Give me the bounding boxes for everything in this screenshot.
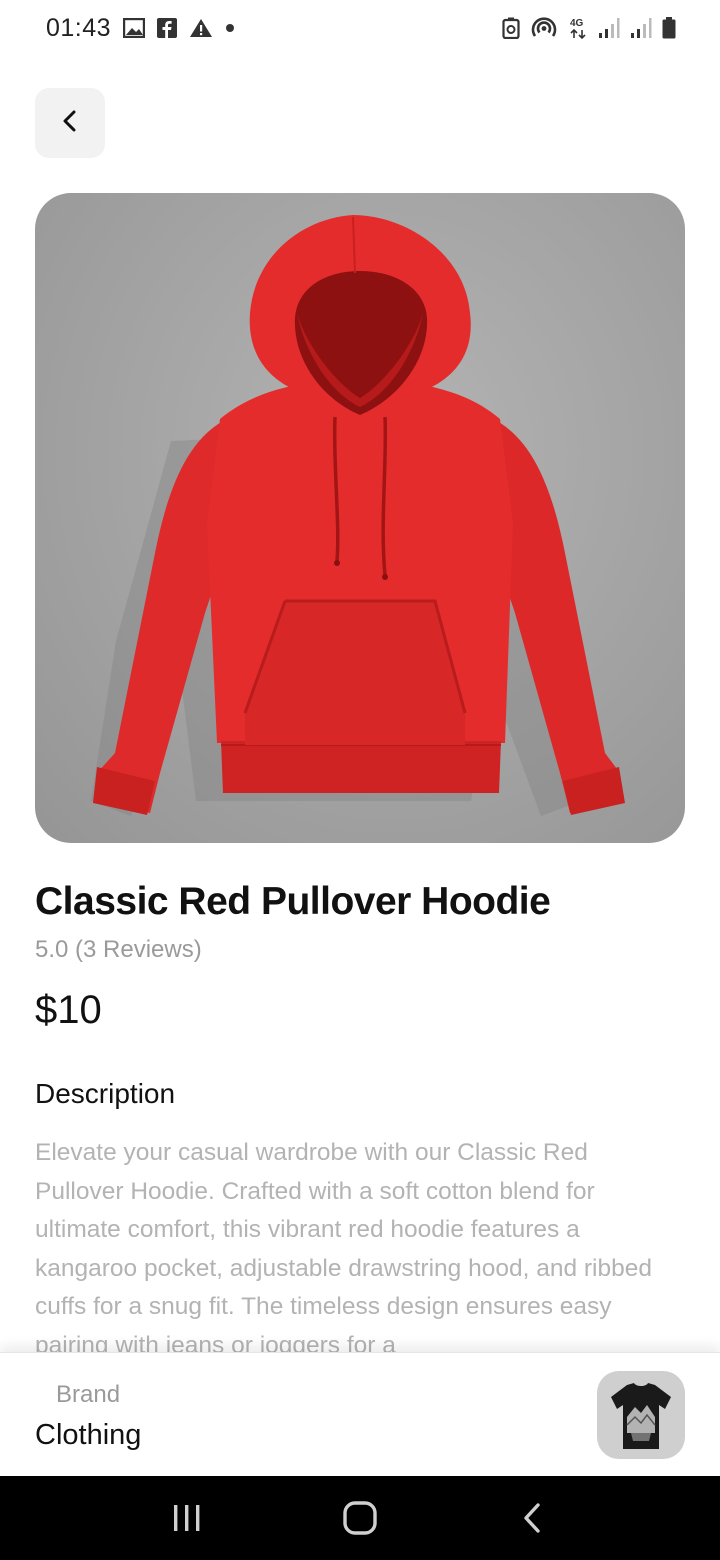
home-button[interactable] xyxy=(320,1488,400,1548)
product-detail-screen: 01:43 4G Classic Red Pullover Hoodie 5.0… xyxy=(0,0,720,1560)
navigation-bar xyxy=(0,1476,720,1560)
network-4g-icon: 4G xyxy=(568,16,588,40)
chevron-left-icon xyxy=(56,107,84,140)
product-image[interactable] xyxy=(35,193,685,843)
status-right: 4G xyxy=(502,16,676,40)
status-left: 01:43 xyxy=(46,14,235,43)
black-tshirt-image xyxy=(611,1383,671,1449)
signal-icon xyxy=(598,17,620,39)
signal-icon xyxy=(630,17,652,39)
recent-apps-button[interactable] xyxy=(147,1488,227,1548)
back-button[interactable] xyxy=(35,88,105,158)
product-title: Classic Red Pullover Hoodie xyxy=(35,880,551,923)
red-hoodie-image xyxy=(91,215,625,816)
description-heading: Description xyxy=(35,1078,176,1109)
back-icon xyxy=(524,1503,541,1533)
hotspot-icon xyxy=(530,16,558,40)
battery-saver-icon xyxy=(502,17,520,39)
product-price: $10 xyxy=(35,988,102,1032)
status-time: 01:43 xyxy=(46,13,112,42)
brand-sheet: Brand Clothing xyxy=(0,1352,720,1476)
gallery-icon xyxy=(123,18,146,38)
nav-back-button[interactable] xyxy=(493,1488,573,1548)
recent-apps-icon xyxy=(173,1505,200,1531)
description-text: Elevate your casual wardrobe with our Cl… xyxy=(35,1139,652,1359)
product-rating: 5.0 (3 Reviews) xyxy=(35,936,202,963)
brand-thumbnail[interactable] xyxy=(597,1371,685,1459)
dot-icon xyxy=(225,23,235,33)
battery-icon xyxy=(662,17,676,39)
home-icon xyxy=(343,1501,377,1535)
brand-value: Clothing xyxy=(35,1419,142,1451)
warning-icon xyxy=(189,18,213,38)
network-label: 4G xyxy=(570,18,584,29)
status-bar: 01:43 4G xyxy=(0,0,720,56)
brand-label: Brand xyxy=(56,1381,121,1408)
facebook-icon xyxy=(157,18,178,38)
